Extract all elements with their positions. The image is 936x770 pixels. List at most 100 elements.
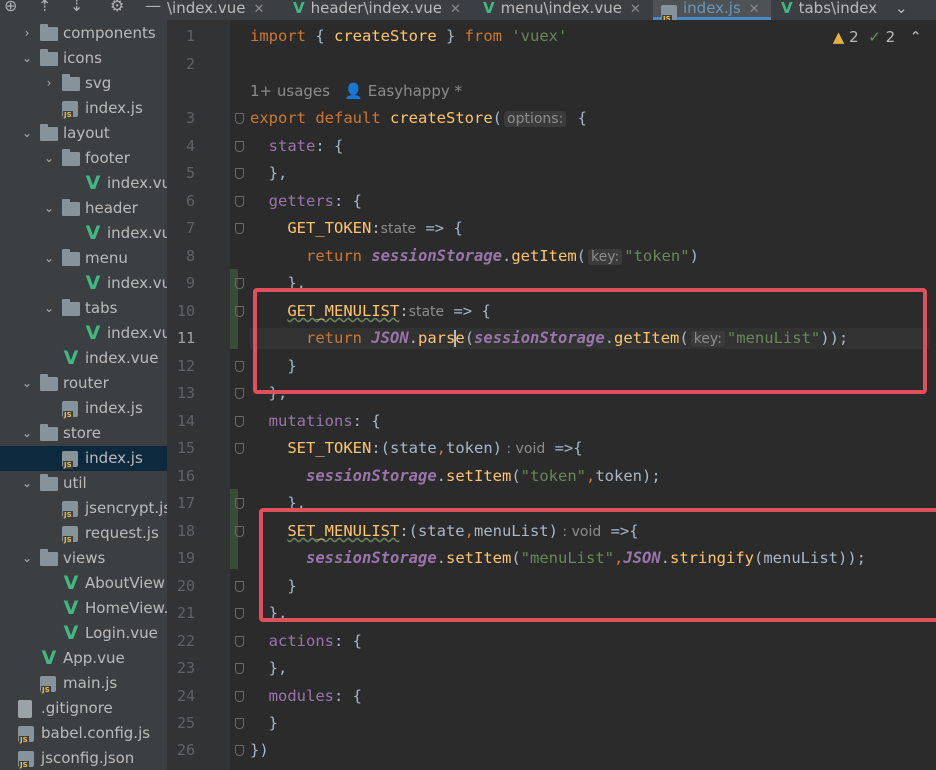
tree-item[interactable]: ⌄ menu <box>0 246 167 271</box>
collapse-all-icon[interactable]: ⇣ <box>70 0 83 16</box>
fold-marker-icon[interactable] <box>235 636 244 647</box>
fold-marker-icon[interactable] <box>235 691 244 702</box>
tree-item-label: main.js <box>63 674 118 692</box>
chevron-down-icon[interactable]: ⌄ <box>42 146 56 171</box>
code-line-26: }) <box>250 741 269 759</box>
fold-marker-icon[interactable] <box>235 223 244 234</box>
chevron-down-icon[interactable]: ⌄ <box>20 46 34 71</box>
locate-icon[interactable]: ⊕ <box>4 0 17 16</box>
fold-marker-icon[interactable] <box>235 113 244 124</box>
tree-item[interactable]: jsencrypt.js <box>0 496 167 521</box>
expand-all-icon[interactable]: ⇡ <box>38 0 51 16</box>
tree-item[interactable]: ⌄ layout <box>0 121 167 146</box>
tabs-dropdown-icon[interactable]: ⌄ <box>895 0 925 20</box>
line-number: 20 <box>176 577 195 595</box>
chevron-down-icon[interactable]: ⌄ <box>42 196 56 221</box>
tree-item[interactable]: Vindex.vu <box>0 321 167 346</box>
fold-marker-icon[interactable] <box>235 498 244 509</box>
line-number: 4 <box>185 137 195 155</box>
chevron-right-icon[interactable]: › <box>42 71 56 96</box>
tree-item[interactable]: jsconfig.json <box>0 746 167 770</box>
line-number: 25 <box>176 714 195 732</box>
fold-marker-icon[interactable] <box>235 745 244 756</box>
gear-icon[interactable]: ⚙ <box>110 0 124 16</box>
fold-marker-icon[interactable] <box>235 141 244 152</box>
tab-tabs-index-vue[interactable]: Vtabs\index <box>781 0 911 20</box>
tab-menu-index-vue[interactable]: Vmenu\index.vue ✕ <box>483 0 651 20</box>
typo-check-icon: ✓ <box>868 28 881 46</box>
param-hint: key: <box>588 249 623 265</box>
fold-marker-icon[interactable] <box>235 718 244 729</box>
tree-item[interactable]: ⌄ icons <box>0 46 167 71</box>
close-icon[interactable]: ✕ <box>749 2 760 17</box>
tree-item[interactable]: index.js <box>0 96 167 121</box>
tree-item[interactable]: Vindex.vu <box>0 221 167 246</box>
fold-marker-icon[interactable] <box>235 361 244 372</box>
tree-item[interactable]: index.js <box>0 446 167 471</box>
code-editor[interactable]: 1 2 3 4 5 6 7 8 9 10 11 12 13 14 15 16 17 18 19 20 21 22 23 24 2… <box>167 20 936 770</box>
chevron-right-icon[interactable]: › <box>20 21 34 46</box>
fold-marker-icon[interactable] <box>235 443 244 454</box>
tree-item[interactable]: request.js <box>0 521 167 546</box>
fold-marker-icon[interactable] <box>235 196 244 207</box>
chevron-down-icon[interactable]: ⌄ <box>20 471 34 496</box>
chevron-down-icon[interactable]: ⌄ <box>42 246 56 271</box>
tree-item[interactable]: babel.config.js <box>0 721 167 746</box>
tree-item-label: footer <box>85 149 130 167</box>
highlight-box-getter <box>253 288 927 394</box>
line-number: 2 <box>185 55 195 73</box>
tree-item[interactable]: .gitignore <box>0 696 167 721</box>
tree-item[interactable]: ⌄ store <box>0 421 167 446</box>
fold-marker-icon[interactable] <box>235 388 244 399</box>
tree-item[interactable]: Vindex.vu <box>0 171 167 196</box>
code-line-14: mutations: { <box>268 412 381 430</box>
fold-marker-icon[interactable] <box>235 581 244 592</box>
js-file-icon <box>62 501 78 519</box>
chevron-down-icon[interactable]: ⌄ <box>20 371 34 396</box>
fold-marker-icon[interactable] <box>235 416 244 427</box>
fold-marker-icon[interactable] <box>235 306 244 317</box>
js-file-icon <box>40 676 56 694</box>
tree-item[interactable]: V HomeView. <box>0 596 167 621</box>
usages-hint[interactable]: 1+ usages 👤 Easyhappy * <box>250 81 462 101</box>
chevron-down-icon[interactable]: ⌄ <box>20 546 34 571</box>
close-icon[interactable]: ✕ <box>450 2 461 17</box>
tree-item[interactable]: Vindex.vu <box>0 271 167 296</box>
tree-item[interactable]: ⌄ router <box>0 371 167 396</box>
tree-item[interactable]: V Login.vue <box>0 621 167 646</box>
tree-item[interactable]: index.js <box>0 396 167 421</box>
tree-item-label: Login.vue <box>85 624 158 642</box>
inspection-status[interactable]: ▲ 2 ✓ 2 ⌃ <box>833 28 922 46</box>
code-line-15: SET_TOKEN:(state,token) : void =>{ <box>287 439 583 457</box>
tree-item[interactable]: ⌄ util <box>0 471 167 496</box>
line-number: 24 <box>176 687 195 705</box>
tree-item[interactable]: ⌄ views <box>0 546 167 571</box>
chevron-down-icon[interactable]: ⌄ <box>20 421 34 446</box>
close-icon[interactable]: ✕ <box>253 2 264 17</box>
line-number: 26 <box>176 741 195 759</box>
tab-index-vue[interactable]: \index.vue ✕ <box>167 0 287 20</box>
tree-item[interactable]: ⌄ header <box>0 196 167 221</box>
tree-item[interactable]: Vindex.vue <box>0 346 167 371</box>
tree-item[interactable]: ⌄ footer <box>0 146 167 171</box>
chevron-down-icon[interactable]: ⌄ <box>42 296 56 321</box>
tree-item[interactable]: V AboutView <box>0 571 167 596</box>
minimize-icon[interactable]: — <box>145 0 161 16</box>
fold-marker-icon[interactable] <box>235 526 244 537</box>
close-icon[interactable]: ✕ <box>630 2 641 17</box>
tab-store-index-js[interactable]: index.js✕ <box>653 0 771 20</box>
fold-marker-icon[interactable] <box>235 278 244 289</box>
fold-marker-icon[interactable] <box>235 608 244 619</box>
vue-icon: V <box>781 0 793 17</box>
chevron-down-icon[interactable]: ⌄ <box>20 121 34 146</box>
tree-item[interactable]: main.js <box>0 671 167 696</box>
tree-item[interactable]: V App.vue <box>0 646 167 671</box>
fold-marker-icon[interactable] <box>235 168 244 179</box>
folder-icon <box>62 149 80 166</box>
tab-header-index-vue[interactable]: Vheader\index.vue ✕ <box>293 0 469 20</box>
chevron-up-icon[interactable]: ⌃ <box>909 28 922 46</box>
tree-item[interactable]: › svg <box>0 71 167 96</box>
tree-item[interactable]: ⌄ tabs <box>0 296 167 321</box>
tree-item[interactable]: › components <box>0 21 167 46</box>
fold-marker-icon[interactable] <box>235 663 244 674</box>
